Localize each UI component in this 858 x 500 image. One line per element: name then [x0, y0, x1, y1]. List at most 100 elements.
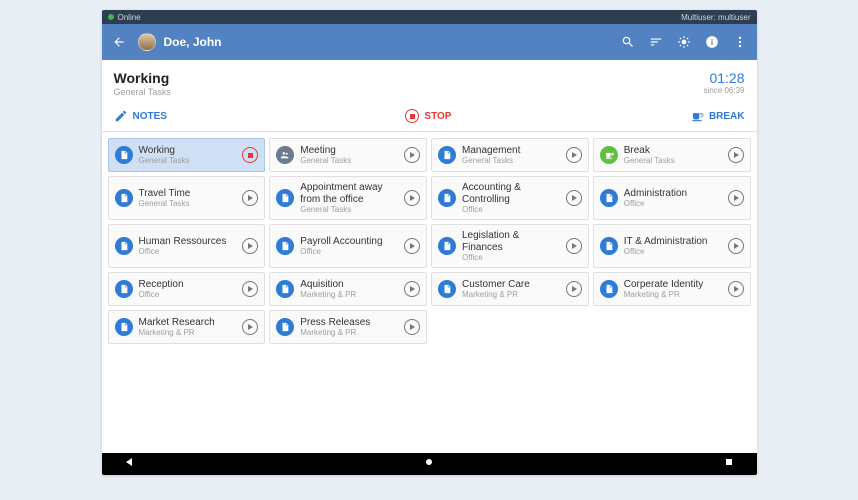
doc-icon [276, 318, 294, 336]
doc-icon [438, 280, 456, 298]
play-icon[interactable] [404, 190, 420, 206]
elapsed-time: 01:28 [704, 70, 745, 86]
break-button[interactable]: BREAK [690, 109, 745, 123]
play-icon[interactable] [242, 190, 258, 206]
task-category: Office [624, 199, 722, 208]
task-category: Marketing & PR [139, 328, 237, 337]
task-title: Management [462, 145, 560, 157]
task-title: Working [139, 145, 237, 157]
play-icon[interactable] [242, 281, 258, 297]
doc-icon [438, 189, 456, 207]
doc-icon [115, 237, 133, 255]
page-subtitle: General Tasks [114, 87, 171, 97]
coffee-icon [600, 146, 618, 164]
task-title: Press Releases [300, 317, 398, 329]
sun-icon[interactable] [677, 35, 691, 49]
task-card[interactable]: WorkingGeneral Tasks [108, 138, 266, 172]
task-category: General Tasks [462, 156, 560, 165]
page-title: Working [114, 70, 171, 86]
task-category: Marketing & PR [624, 290, 722, 299]
task-card[interactable]: Press ReleasesMarketing & PR [269, 310, 427, 344]
play-icon[interactable] [566, 238, 582, 254]
stop-button[interactable]: STOP [405, 109, 451, 123]
play-icon[interactable] [404, 319, 420, 335]
task-card[interactable]: Market ResearchMarketing & PR [108, 310, 266, 344]
notes-button[interactable]: NOTES [114, 109, 167, 123]
stop-indicator-icon[interactable] [242, 147, 258, 163]
play-icon[interactable] [404, 238, 420, 254]
task-title: Appointment away from the office [300, 182, 398, 205]
task-category: General Tasks [139, 199, 237, 208]
task-category: Office [462, 205, 560, 214]
task-category: General Tasks [300, 205, 398, 214]
task-category: Office [462, 253, 560, 262]
task-card[interactable]: IT & AdministrationOffice [593, 224, 751, 268]
task-card[interactable]: Legislation & FinancesOffice [431, 224, 589, 268]
task-card[interactable]: AdministrationOffice [593, 176, 751, 220]
task-card[interactable]: Customer CareMarketing & PR [431, 272, 589, 306]
nav-recent-icon[interactable] [723, 455, 735, 473]
avatar[interactable] [138, 33, 156, 51]
doc-icon [276, 189, 294, 207]
doc-icon [438, 146, 456, 164]
break-label: BREAK [709, 111, 745, 122]
task-title: Meeting [300, 145, 398, 157]
play-icon[interactable] [728, 147, 744, 163]
task-category: General Tasks [139, 156, 237, 165]
play-icon[interactable] [242, 319, 258, 335]
doc-icon [115, 318, 133, 336]
play-icon[interactable] [566, 147, 582, 163]
task-title: Administration [624, 188, 722, 200]
more-icon[interactable] [733, 35, 747, 49]
doc-icon [115, 146, 133, 164]
task-category: Marketing & PR [462, 290, 560, 299]
play-icon[interactable] [404, 281, 420, 297]
task-card[interactable]: Appointment away from the officeGeneral … [269, 176, 427, 220]
task-card[interactable]: BreakGeneral Tasks [593, 138, 751, 172]
task-title: Market Research [139, 317, 237, 329]
doc-icon [600, 189, 618, 207]
info-icon[interactable]: i [705, 35, 719, 49]
play-icon[interactable] [566, 190, 582, 206]
task-category: General Tasks [624, 156, 722, 165]
doc-icon [115, 189, 133, 207]
task-card[interactable]: Payroll AccountingOffice [269, 224, 427, 268]
back-icon[interactable] [112, 35, 126, 49]
search-icon[interactable] [621, 35, 635, 49]
task-card[interactable]: Human RessourcesOffice [108, 224, 266, 268]
task-card[interactable]: Travel TimeGeneral Tasks [108, 176, 266, 220]
task-title: Corperate Identity [624, 279, 722, 291]
nav-back-icon[interactable] [124, 455, 136, 473]
play-icon[interactable] [566, 281, 582, 297]
play-icon[interactable] [242, 238, 258, 254]
task-card[interactable]: Corperate IdentityMarketing & PR [593, 272, 751, 306]
android-status-bar: Online Multiuser: multiuser [102, 10, 757, 24]
android-nav-bar [102, 453, 757, 475]
status-online-label: Online [118, 13, 141, 22]
task-card[interactable]: ReceptionOffice [108, 272, 266, 306]
nav-home-icon[interactable] [423, 455, 435, 473]
svg-text:i: i [710, 38, 712, 47]
task-card[interactable]: Accounting & ControllingOffice [431, 176, 589, 220]
task-title: Break [624, 145, 722, 157]
play-icon[interactable] [728, 281, 744, 297]
task-title: Legislation & Finances [462, 230, 560, 253]
task-card[interactable]: AquisitionMarketing & PR [269, 272, 427, 306]
task-category: Marketing & PR [300, 328, 398, 337]
task-title: Travel Time [139, 188, 237, 200]
play-icon[interactable] [404, 147, 420, 163]
task-title: Payroll Accounting [300, 236, 398, 248]
task-title: Human Ressources [139, 236, 237, 248]
online-dot [108, 14, 114, 20]
task-card[interactable]: MeetingGeneral Tasks [269, 138, 427, 172]
status-multiuser-label: Multiuser: multiuser [681, 13, 750, 22]
doc-icon [600, 237, 618, 255]
task-card[interactable]: ManagementGeneral Tasks [431, 138, 589, 172]
app-bar: Doe, John i [102, 24, 757, 60]
people-icon [276, 146, 294, 164]
task-category: Office [300, 247, 398, 256]
play-icon[interactable] [728, 238, 744, 254]
task-category: Office [139, 290, 237, 299]
play-icon[interactable] [728, 190, 744, 206]
sort-icon[interactable] [649, 35, 663, 49]
